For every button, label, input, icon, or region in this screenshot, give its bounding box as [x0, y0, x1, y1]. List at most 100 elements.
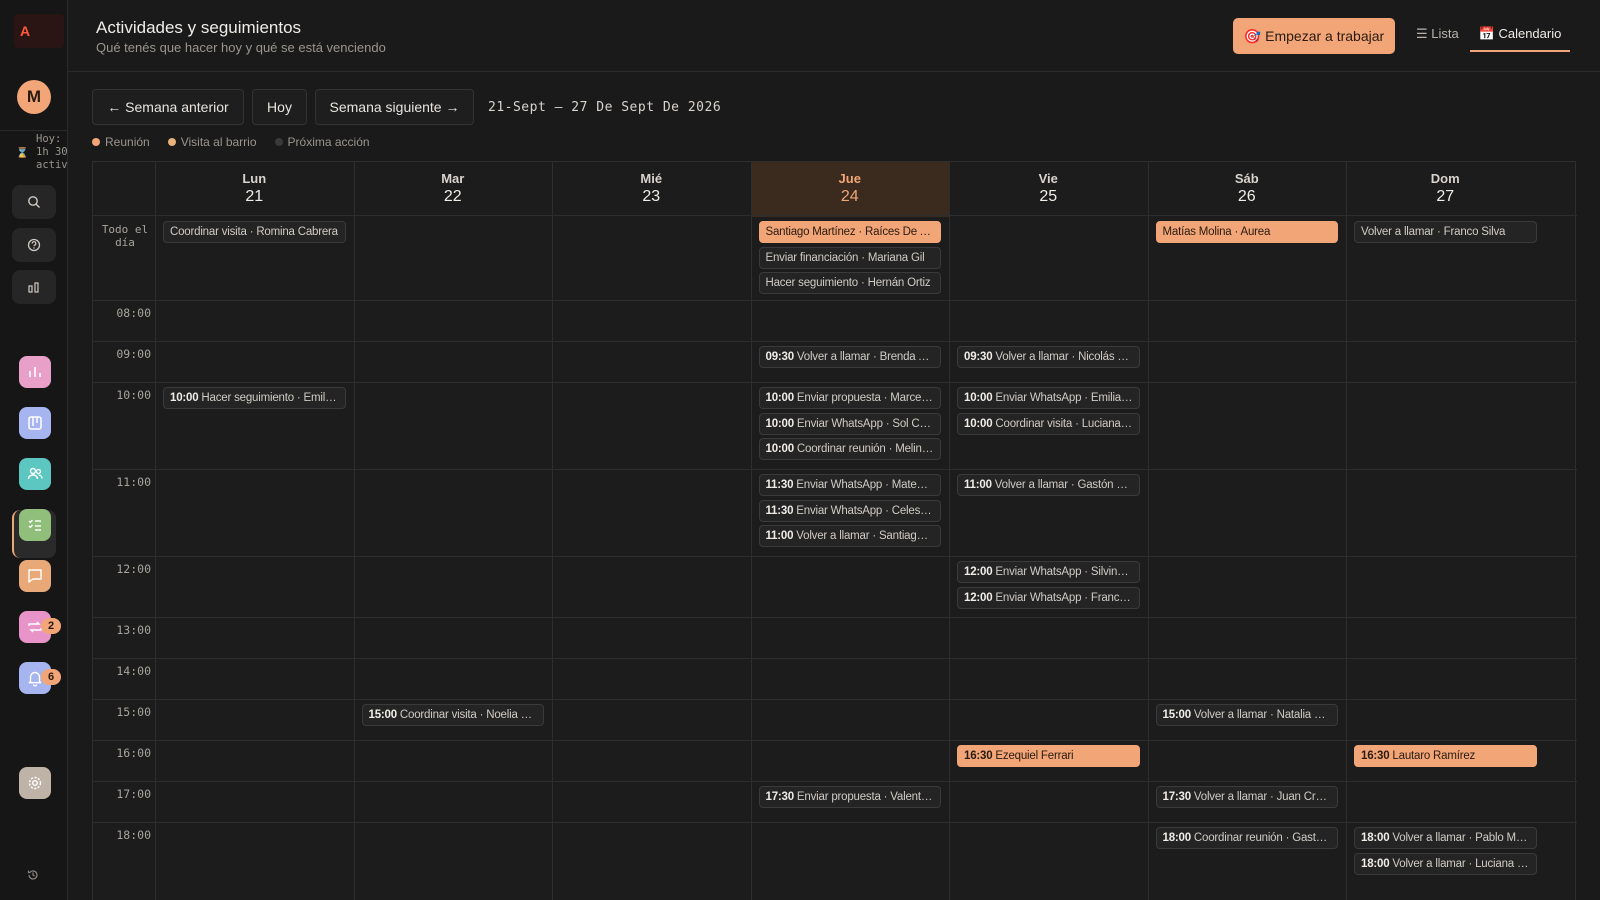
calendar-event[interactable]: 09:30 Volver a llamar · Nicolás Castro	[957, 346, 1140, 368]
kanban-icon	[28, 416, 42, 430]
prev-week-button[interactable]: ← Semana anterior	[92, 89, 244, 125]
calendar-event[interactable]: 11:00Volver a llamar · Santiago Herrera	[758, 525, 941, 547]
nav-settings[interactable]	[19, 767, 51, 799]
event-time: 11:00	[765, 530, 794, 542]
nav-reports[interactable]	[19, 356, 51, 388]
logo-mark: A	[14, 14, 64, 48]
event-time: 11:00	[964, 479, 992, 491]
calendar-event[interactable]: 10:00 Coordinar reunión · Melina Paz	[758, 438, 941, 460]
time-label: 10:00	[116, 388, 151, 402]
event-title: Enviar WhatsApp · Franco Núñez	[995, 591, 1138, 604]
sidebar-divider	[0, 130, 68, 131]
allday-event[interactable]: Volver a llamar · Franco Silva	[1354, 221, 1537, 243]
calendar-event[interactable]: 18:00 Volver a llamar · Pablo Moreno	[1354, 827, 1537, 849]
time-label: 16:00	[116, 746, 151, 760]
chat-icon	[28, 569, 42, 583]
event-title: Enviar WhatsApp · Celeste Ríos	[796, 504, 941, 517]
stats-button[interactable]	[12, 270, 56, 304]
history-button[interactable]	[26, 868, 42, 884]
column-divider	[750, 162, 752, 900]
calendar-event[interactable]: 16:30 Lautaro Ramírez	[1354, 745, 1537, 767]
day-header-jue[interactable]: Jue 24	[750, 162, 949, 217]
bar-chart-icon	[28, 282, 39, 293]
day-header-mié[interactable]: Mié 23	[552, 162, 751, 217]
calendar-event[interactable]: 17:30Enviar propuesta · Valentina Sosa	[758, 786, 941, 808]
allday-event[interactable]: Hacer seguimiento · Hernán Ortiz	[758, 272, 941, 294]
calendar-event[interactable]: 17:30Volver a llamar · Juan Cruz Medina	[1155, 786, 1338, 808]
day-header-mar[interactable]: Mar 22	[354, 162, 553, 217]
event-time: 17:30	[765, 791, 795, 803]
day-name: Lun	[242, 171, 267, 186]
row-divider	[93, 699, 1577, 700]
calendar-event[interactable]: 15:00 Volver a llamar · Natalia Morales	[1155, 704, 1338, 726]
allday-event[interactable]: Coordinar visita · Romina Cabrera	[163, 221, 346, 243]
timer-line-2: 1h 30	[36, 146, 68, 158]
calendar-event[interactable]: 10:00 Coordinar visita · Luciana Vera	[957, 412, 1140, 435]
column-divider	[1346, 162, 1347, 900]
day-header-dom[interactable]: Dom 27	[1346, 162, 1545, 217]
day-header-lun[interactable]: Lun 21	[155, 162, 354, 217]
event-title: Enviar WhatsApp · Mateo Ruiz	[796, 479, 941, 491]
help-icon	[27, 238, 41, 252]
calendar-event[interactable]: 12:00Enviar WhatsApp · Franco Núñez	[957, 586, 1140, 609]
event-time: 18:00	[1361, 832, 1390, 844]
day-date: 22	[443, 188, 462, 205]
event-title: Volver a llamar · Santiago Herrera	[796, 530, 941, 542]
tab-calendar-view[interactable]: 📅 Calendario	[1470, 18, 1570, 52]
event-time: 11:30	[765, 504, 794, 517]
event-time: 10:00	[765, 417, 795, 430]
event-title: Hacer seguimiento · Emilia Romero	[201, 392, 345, 404]
notifications-badge: 6	[41, 669, 61, 685]
allday-event[interactable]: Enviar financiación · Mariana Gil	[758, 246, 941, 269]
help-button[interactable]	[12, 228, 56, 262]
day-header-sáb[interactable]: Sáb 26	[1148, 162, 1347, 217]
calendar-event[interactable]: 18:00 Volver a llamar · Luciana Silva	[1354, 852, 1537, 875]
event-time: 18:00	[1162, 832, 1192, 844]
legend-label-next-action: Próxima acción	[287, 135, 370, 149]
calendar-event[interactable]: 10:00 Enviar WhatsApp · Sol Carrizo	[758, 412, 941, 435]
sidebar: A M ⌛ Hoy: 1h 30 activ 2 6	[0, 0, 68, 900]
row-divider	[93, 382, 1577, 383]
day-date: 23	[642, 188, 661, 205]
nav-contacts[interactable]	[19, 458, 51, 490]
calendar-event[interactable]: 16:30 Ezequiel Ferrari	[957, 745, 1140, 767]
time-label: 18:00	[116, 828, 151, 842]
search-button[interactable]	[12, 185, 56, 219]
calendar-event[interactable]: 10:00Hacer seguimiento · Emilia Romero	[163, 387, 346, 409]
event-title: Volver a llamar · Pablo Moreno	[1392, 832, 1537, 844]
next-week-button[interactable]: Semana siguiente →	[315, 89, 474, 125]
calendar-event[interactable]: 15:00 Coordinar visita · Noelia Rojas	[361, 704, 544, 726]
sync-badge: 2	[41, 618, 61, 634]
event-title: Enviar propuesta · Marcelo Díaz	[796, 392, 941, 404]
allday-event[interactable]: Santiago Martínez · Raíces De Alvear	[758, 221, 941, 243]
event-time: 16:30	[1361, 750, 1390, 762]
search-icon	[28, 196, 40, 208]
legend-item-visit: Visita al barrio	[167, 135, 257, 149]
calendar-event[interactable]: 18:00Coordinar reunión · Gastón Vega	[1155, 827, 1338, 849]
page-subtitle: Qué tenés que hacer hoy y qué se está ve…	[96, 40, 386, 55]
row-divider	[93, 740, 1577, 741]
calendar-event[interactable]: 11:00 Volver a llamar · Gastón Rojas	[957, 474, 1140, 496]
calendar-event[interactable]: 10:00 Enviar propuesta · Marcelo Díaz	[758, 387, 941, 409]
event-title: Coordinar visita · Luciana Vera	[995, 417, 1140, 430]
calendar-event[interactable]: 11:30 Enviar WhatsApp · Celeste Ríos	[758, 499, 941, 522]
legend-item-next-action: Próxima acción	[274, 135, 370, 149]
allday-event[interactable]: Matías Molina · Aurea	[1155, 221, 1338, 243]
day-header-vie[interactable]: Vie 25	[949, 162, 1148, 217]
nav-messages[interactable]	[19, 560, 51, 592]
date-range: 21-Sept – 27 De Sept De 2026	[488, 100, 722, 115]
calendar-event[interactable]: 10:00 Enviar WhatsApp · Emilia Luna	[957, 387, 1140, 409]
today-button[interactable]: Hoy	[252, 89, 307, 125]
nav-activities[interactable]	[19, 509, 51, 541]
calendar-event[interactable]: 09:30 Volver a llamar · Brenda Acosta	[758, 346, 941, 368]
history-icon	[27, 870, 38, 880]
app-logo[interactable]: A	[0, 14, 68, 48]
calendar-event[interactable]: 12:00 Enviar WhatsApp · Silvina Pérez	[957, 561, 1140, 583]
avatar[interactable]: M	[17, 80, 51, 114]
day-date: 21	[245, 188, 264, 205]
start-working-button[interactable]: 🎯 Empezar a trabajar	[1233, 18, 1395, 54]
event-title: Enviar WhatsApp · Silvina Pérez	[995, 566, 1140, 578]
nav-board[interactable]	[19, 407, 51, 439]
calendar-event[interactable]: 11:30 Enviar WhatsApp · Mateo Ruiz	[758, 474, 941, 496]
tab-list-view[interactable]: ☰ Lista	[1416, 26, 1459, 42]
